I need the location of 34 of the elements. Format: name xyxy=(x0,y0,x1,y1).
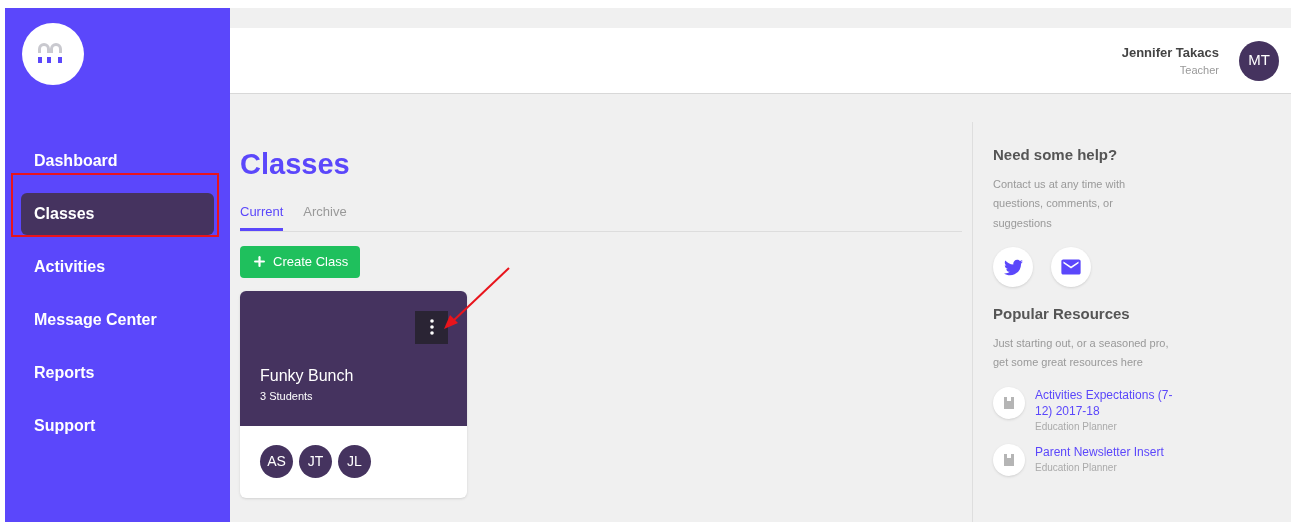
email-button[interactable] xyxy=(1051,247,1091,287)
help-title: Need some help? xyxy=(993,145,1119,165)
class-card[interactable]: Funky Bunch 3 Students AS JT JL xyxy=(240,290,467,498)
plus-icon xyxy=(252,254,267,269)
class-name: Funky Bunch xyxy=(260,365,355,386)
document-icon xyxy=(1004,453,1014,466)
page-title: Classes xyxy=(240,147,351,182)
user-avatar[interactable]: MT xyxy=(1239,40,1279,81)
student-avatar[interactable]: AS xyxy=(260,445,293,478)
resources-text: Just starting out, or a seasoned pro, get some great resources here xyxy=(993,335,1170,370)
bird-icon xyxy=(1003,257,1023,277)
student-avatar[interactable]: JT xyxy=(299,445,332,478)
student-avatar[interactable]: JL xyxy=(338,445,371,478)
resources-title: Popular Resources xyxy=(993,304,1131,324)
resource-link[interactable]: Activities Expectations (7-12) 2017-18 xyxy=(1035,386,1185,419)
sidebar-item[interactable]: Dashboard xyxy=(21,140,214,182)
sidebar-item[interactable]: Support xyxy=(21,405,214,447)
sidebar-item[interactable]: Classes xyxy=(21,193,214,235)
sidebar-item[interactable]: Message Center xyxy=(21,299,214,341)
resource-source: Education Planner xyxy=(1035,460,1118,475)
twitter-button[interactable] xyxy=(993,247,1033,287)
sidebar-item[interactable]: Reports xyxy=(21,352,214,394)
more-icon xyxy=(429,319,434,335)
user-name: Jennifer Takacs xyxy=(1121,43,1219,62)
help-text: Contact us at any time with questions, comments, or suggestions xyxy=(993,176,1127,231)
document-icon xyxy=(1004,396,1014,409)
tab[interactable]: Current xyxy=(240,202,284,231)
more-options-button[interactable] xyxy=(415,310,448,344)
resource-source: Education Planner xyxy=(1035,419,1118,434)
user-role: Teacher xyxy=(1179,63,1219,78)
resource-link[interactable]: Parent Newsletter Insert xyxy=(1035,443,1185,460)
mail-icon xyxy=(1060,256,1082,278)
student-count: 3 Students xyxy=(260,388,314,404)
sidebar-item[interactable]: Activities xyxy=(21,246,214,288)
